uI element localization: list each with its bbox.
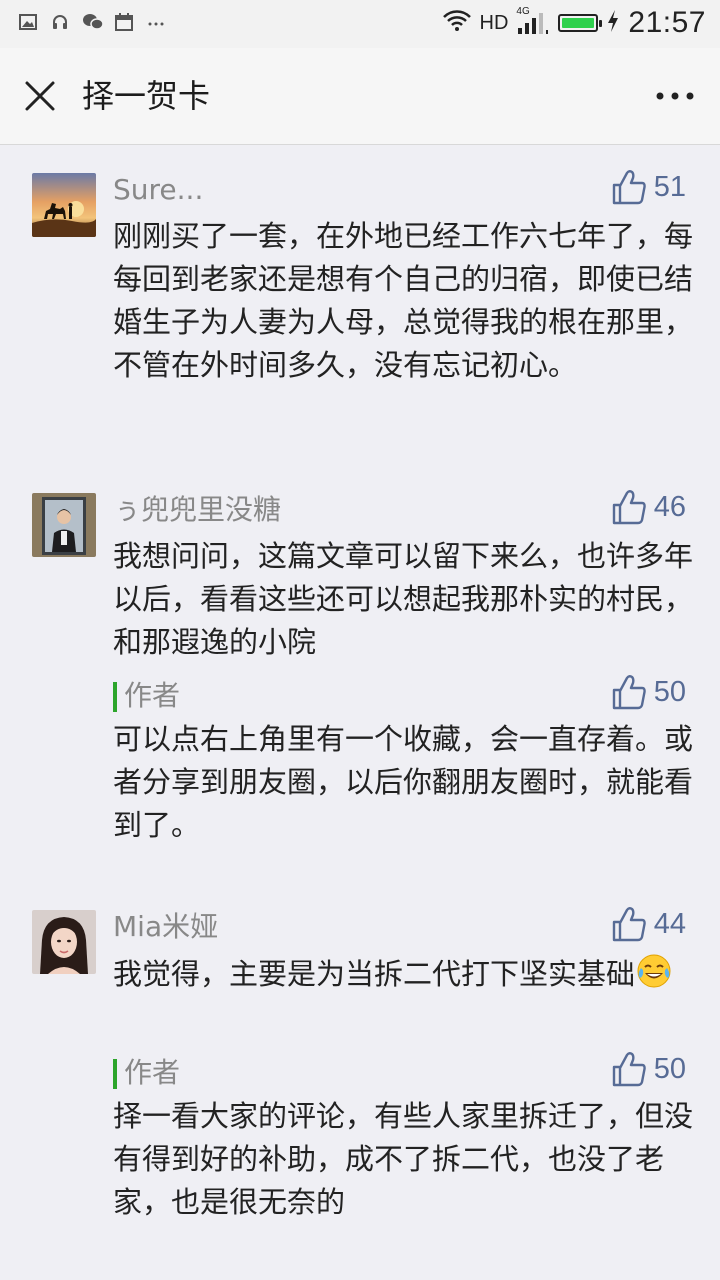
like-button[interactable]: 50 <box>612 1051 686 1087</box>
avatar[interactable] <box>32 493 96 557</box>
notification-icons <box>18 12 166 32</box>
comment-text: 我觉得，主要是为当拆二代打下坚实基础 <box>113 952 693 996</box>
reply-author-label: 作者 <box>124 1056 181 1089</box>
reply-text: 可以点右上角里有一个收藏，会一直存着。或者分享到朋友圈，以后你翻朋友圈时，就能看… <box>113 722 694 842</box>
user-name[interactable]: Mia米娅 <box>113 910 218 944</box>
like-count: 44 <box>653 908 686 940</box>
like-button[interactable]: 50 <box>612 674 686 710</box>
clock: 21:57 <box>628 6 706 39</box>
avatar[interactable] <box>32 173 96 237</box>
reply-author-label: 作者 <box>124 679 181 712</box>
reply-indicator-bar <box>113 682 117 712</box>
reply-text: 择一看大家的评论，有些人家里拆迁了，但没有得到好的补助，成不了拆二代，也没了老家… <box>113 1099 694 1219</box>
signal-icon: 4G <box>516 6 550 38</box>
like-count: 46 <box>653 491 686 523</box>
thumbs-up-icon <box>612 675 646 710</box>
more-notifications-icon <box>146 12 166 32</box>
more-icon <box>656 92 694 100</box>
comment-item: ぅ兜兜里没糖 46 我想问问，这篇文章可以留下来么，也许多年以后，看看这些还可以… <box>0 490 720 863</box>
thumbs-up-icon <box>612 170 646 205</box>
thumbs-up-icon <box>612 1052 646 1087</box>
status-bar: HD 4G 21:57 <box>0 0 720 48</box>
comment-item: Mia米娅 44 我觉得，主要是为当拆二代打下坚实基础 作者 50 择一看大家的… <box>0 907 720 1230</box>
user-name[interactable]: Sure... <box>113 173 203 207</box>
comment-text: 我想问问，这篇文章可以留下来么，也许多年以后，看看这些还可以想起我那朴实的村民，… <box>113 539 694 659</box>
avatar[interactable] <box>32 910 96 974</box>
gallery-icon <box>18 12 38 32</box>
tears-of-joy-emoji-icon <box>635 952 673 990</box>
like-count: 50 <box>653 676 686 708</box>
like-button[interactable]: 46 <box>612 489 686 525</box>
calendar-icon <box>114 12 134 32</box>
like-count: 50 <box>653 1053 686 1085</box>
reply-indicator-bar <box>113 1059 117 1089</box>
title-bar: 择一贺卡 <box>0 48 720 145</box>
close-button[interactable] <box>18 74 62 118</box>
comment-text: 刚刚买了一套，在外地已经工作六七年了，每每回到老家还是想有个自己的归宿，即使已结… <box>113 219 694 382</box>
wifi-icon <box>442 9 472 37</box>
headset-icon <box>50 12 70 32</box>
system-status: HD 4G 21:57 <box>442 6 706 40</box>
wechat-icon <box>82 12 104 32</box>
like-button[interactable]: 44 <box>612 906 686 942</box>
thumbs-up-icon <box>612 907 646 942</box>
network-type-label: HD <box>479 11 509 34</box>
like-count: 51 <box>653 171 686 203</box>
close-icon <box>25 81 55 111</box>
more-options-button[interactable] <box>648 76 702 116</box>
page-title: 择一贺卡 <box>82 77 211 115</box>
thumbs-up-icon <box>612 490 646 525</box>
battery-icon <box>558 14 603 32</box>
comment-item: Sure... 51 刚刚买了一套，在外地已经工作六七年了，每每回到老家还是想有… <box>0 170 720 443</box>
charging-icon <box>606 9 620 37</box>
user-name[interactable]: ぅ兜兜里没糖 <box>113 493 281 527</box>
comment-text-content: 我觉得，主要是为当拆二代打下坚实基础 <box>113 957 636 991</box>
like-button[interactable]: 51 <box>612 169 686 205</box>
